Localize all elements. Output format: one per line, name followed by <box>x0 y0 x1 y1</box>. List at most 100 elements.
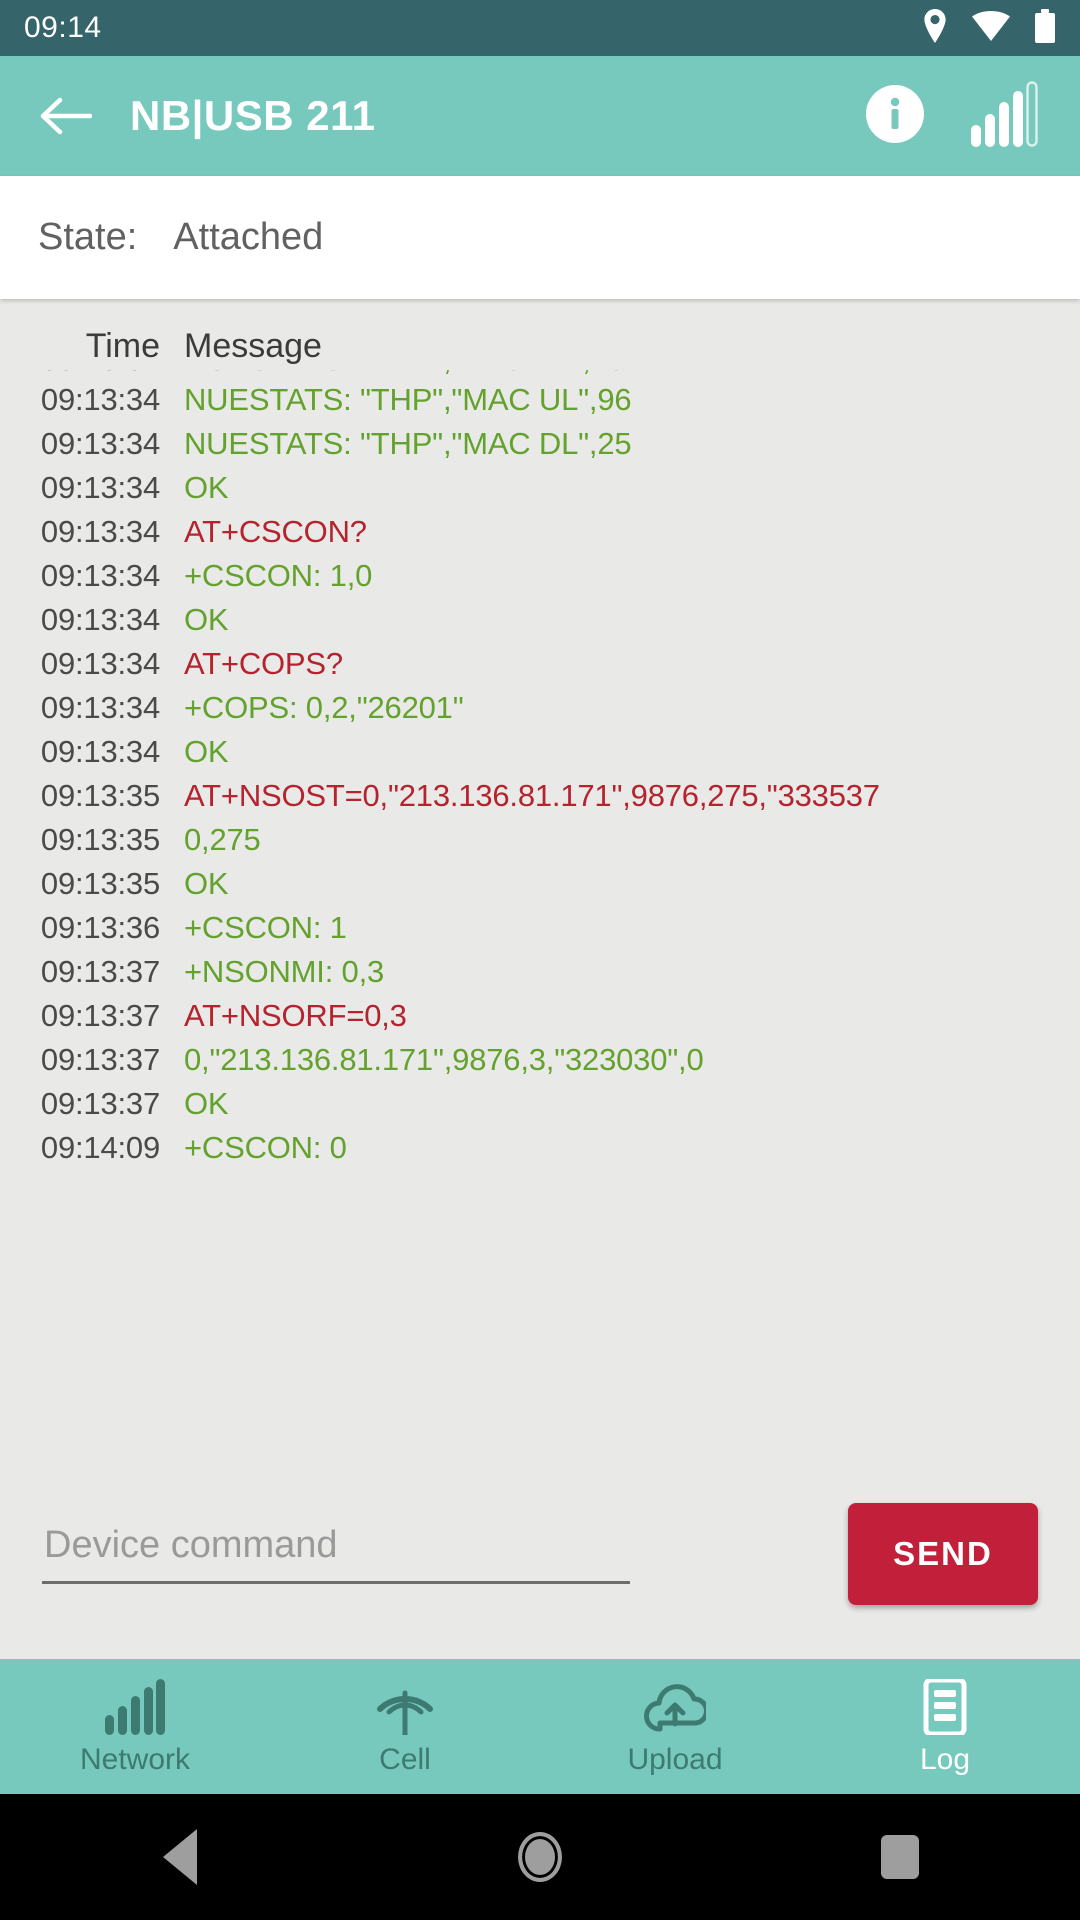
page-title: NB|USB 211 <box>130 92 376 139</box>
log-row-time: 09:13:34 <box>40 426 160 461</box>
log-row: 09:13:34 +COPS: 0,2,"26201" <box>0 690 1080 734</box>
log-row-message: AT+COPS? <box>184 646 343 681</box>
log-row-message: +CSCON: 0 <box>184 1130 347 1165</box>
bottom-nav-item-upload[interactable]: Upload <box>540 1659 810 1794</box>
state-value: Attached <box>173 216 324 258</box>
android-back-button[interactable] <box>120 1829 240 1885</box>
back-button[interactable] <box>28 79 102 153</box>
bottom-nav-item-cell[interactable]: Cell <box>270 1659 540 1794</box>
log-row-message: +CSCON: 1,0 <box>184 558 373 593</box>
app-bar: NB|USB 211 <box>0 56 1080 176</box>
log-row-message: AT+NSOST=0,"213.136.81.171",9876,275,"33… <box>184 778 880 813</box>
status-bar: 09:14 <box>0 0 1080 56</box>
log-row-time: 09:13:34 <box>40 646 160 681</box>
status-bar-clock: 09:14 <box>24 11 102 44</box>
command-bar: SEND <box>0 1449 1080 1659</box>
android-home-button[interactable] <box>480 1832 600 1882</box>
log-header-message: Message <box>184 327 322 365</box>
cloud-upload-icon <box>644 1679 706 1735</box>
log-row: 09:14:09 +CSCON: 0 <box>0 1130 1080 1174</box>
log-row-message: +NSONMI: 0,3 <box>184 954 385 989</box>
signal-bars-icon[interactable] <box>970 80 1040 152</box>
log-row-message: OK <box>184 602 229 637</box>
log-row: 09:13:34 AT+CSCON? <box>0 514 1080 558</box>
log-table-header: Time Message <box>0 299 1080 370</box>
log-row-time: 09:13:34 <box>40 690 160 725</box>
command-field-wrapper <box>42 1524 630 1584</box>
log-row-time: 09:13:35 <box>40 778 160 813</box>
log-row-message: NUESTATS: "THP","MAC DL",25 <box>184 426 632 461</box>
state-label: State: <box>38 216 138 258</box>
log-row-message: OK <box>184 470 229 505</box>
location-icon <box>922 8 948 48</box>
log-header-time: Time <box>85 327 160 365</box>
log-list-icon <box>920 1678 970 1735</box>
log-row-time: 09:13:34 <box>40 470 160 505</box>
recents-square-icon <box>881 1835 919 1879</box>
log-row-time: 09:13:37 <box>40 954 160 989</box>
log-row-message: OK <box>184 866 229 901</box>
log-row-message: 0,275 <box>184 822 261 857</box>
log-row-time: 09:13:37 <box>40 1042 160 1077</box>
log-row-message: 0,"213.136.81.171",9876,3,"323030",0 <box>184 1042 704 1077</box>
home-circle-icon <box>518 1832 562 1882</box>
log-row: 09:13:35 OK <box>0 866 1080 910</box>
send-button[interactable]: SEND <box>848 1503 1038 1605</box>
log-row-time: 09:14:09 <box>40 1130 160 1165</box>
android-recents-button[interactable] <box>840 1835 960 1879</box>
log-row-message: AT+NSORF=0,3 <box>184 998 407 1033</box>
log-row-time: 09:13:34 <box>40 602 160 637</box>
log-row-time: 09:13:37 <box>40 998 160 1033</box>
state-card: State: Attached <box>0 176 1080 299</box>
log-row: 09:13:34 +CSCON: 1,0 <box>0 558 1080 602</box>
log-row: 09:13:37 0,"213.136.81.171",9876,3,"32303… <box>0 1042 1080 1086</box>
log-row: 09:13:34 NUESTATS: "THP","MAC DL",25 <box>0 426 1080 470</box>
bottom-nav-label: Network <box>79 1742 191 1776</box>
log-row: 09:13:35 0,275 <box>0 822 1080 866</box>
log-row-message: +CSCON: 1 <box>184 910 347 945</box>
log-row-time: 09:13:34 <box>40 382 160 417</box>
app-bar-actions <box>866 80 1052 152</box>
bottom-navigation: Network Cell Upload Log <box>0 1659 1080 1794</box>
bottom-nav-item-log[interactable]: Log <box>810 1659 1080 1794</box>
back-triangle-icon <box>163 1829 197 1885</box>
log-row: 09:13:35 AT+NSOST=0,"213.136.81.171",9876… <box>0 778 1080 822</box>
log-row-list: 09:13:34NUESTATS: "THP","RLC DL",1309:13… <box>0 356 1080 1174</box>
log-row: 09:13:36 +CSCON: 1 <box>0 910 1080 954</box>
signal-bars-icon <box>104 1678 166 1735</box>
log-row-message: OK <box>184 1086 229 1121</box>
log-row-message: +COPS: 0,2,"26201" <box>184 690 464 725</box>
log-row-time: 09:13:34 <box>40 734 160 769</box>
bottom-nav-label: Upload <box>627 1742 723 1776</box>
bottom-nav-label: Cell <box>379 1742 431 1776</box>
log-row: 09:13:34 OK <box>0 602 1080 646</box>
log-row-message: OK <box>184 734 229 769</box>
arrow-back-icon <box>40 97 92 135</box>
cell-tower-icon <box>374 1679 436 1735</box>
log-panel: Time Message 09:13:34NUESTATS: "THP","RL… <box>0 299 1080 1659</box>
log-row: 09:13:34 NUESTATS: "THP","MAC UL",96 <box>0 382 1080 426</box>
battery-icon <box>1034 8 1056 48</box>
android-navigation-bar <box>0 1794 1080 1920</box>
device-command-input[interactable] <box>42 1524 630 1584</box>
phone-screen: 09:14 NB|USB 211 State: Attached Time Me… <box>0 0 1080 1920</box>
log-row: 09:13:34 OK <box>0 470 1080 514</box>
status-bar-icons <box>922 8 1056 48</box>
log-row: 09:13:37 OK <box>0 1086 1080 1130</box>
log-row: 09:13:34 OK <box>0 734 1080 778</box>
log-row-message: NUESTATS: "THP","MAC UL",96 <box>184 382 632 417</box>
bottom-nav-label: Log <box>919 1742 971 1776</box>
log-row: 09:13:37 AT+NSORF=0,3 <box>0 998 1080 1042</box>
log-row-time: 09:13:35 <box>40 866 160 901</box>
log-row-message: AT+CSCON? <box>184 514 367 549</box>
log-row: 09:13:37 +NSONMI: 0,3 <box>0 954 1080 998</box>
log-row-time: 09:13:36 <box>40 910 160 945</box>
log-row-time: 09:13:35 <box>40 822 160 857</box>
info-icon[interactable] <box>866 84 924 148</box>
wifi-icon <box>972 10 1010 46</box>
bottom-nav-item-network[interactable]: Network <box>0 1659 270 1794</box>
log-row-time: 09:13:34 <box>40 558 160 593</box>
log-scroll-area[interactable]: 09:13:34NUESTATS: "THP","RLC DL",1309:13… <box>0 356 1080 1449</box>
log-row: 09:13:34 AT+COPS? <box>0 646 1080 690</box>
log-row-time: 09:13:37 <box>40 1086 160 1121</box>
